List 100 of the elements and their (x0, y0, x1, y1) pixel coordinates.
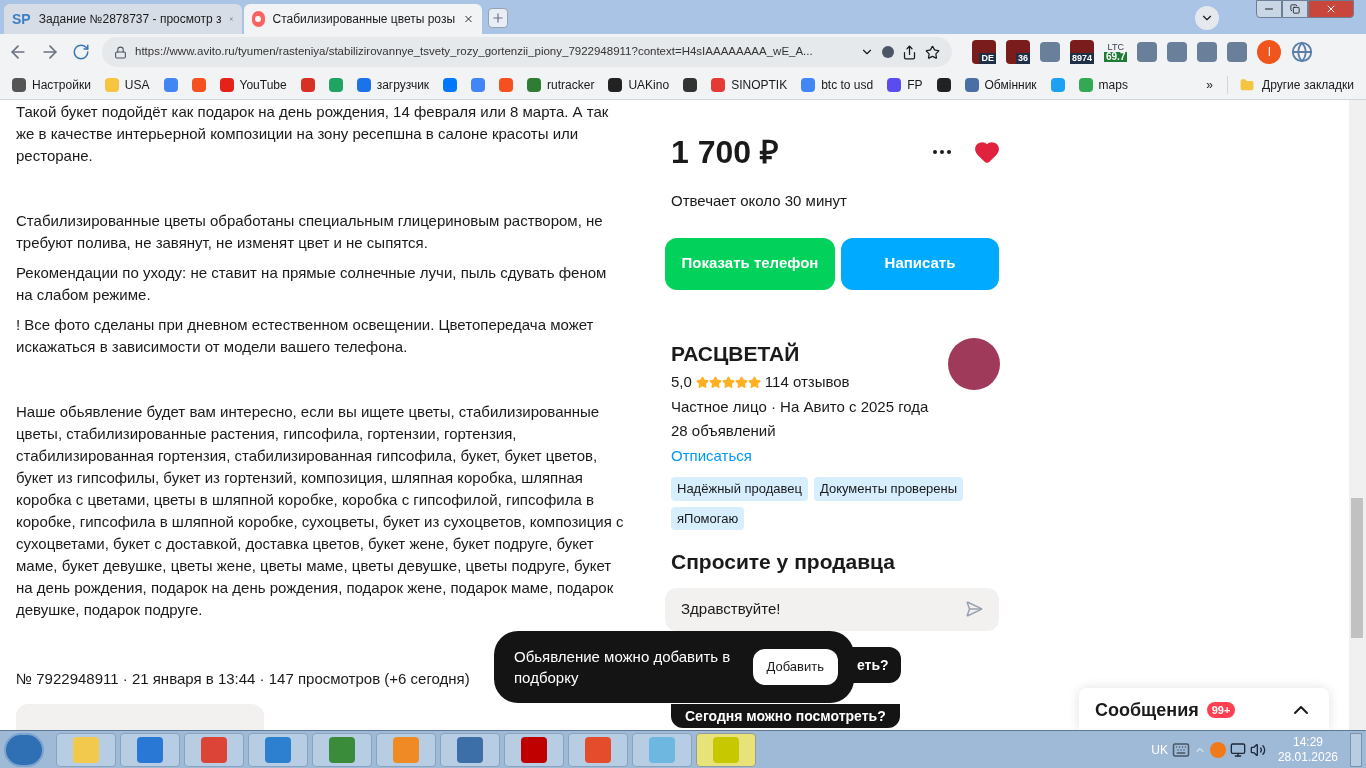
taskbar-app[interactable] (120, 732, 180, 767)
bookmark-folder[interactable]: Другие закладки (1227, 75, 1354, 94)
keyboard-icon[interactable] (1171, 740, 1190, 759)
globe-icon[interactable] (1291, 41, 1314, 63)
extension-icon[interactable]: 8974 (1070, 40, 1094, 64)
bookmark-icon (964, 77, 979, 92)
bookmark-link[interactable]: Обмінник (964, 75, 1037, 94)
lock-icon (114, 45, 127, 59)
bookmark-icon (356, 77, 371, 92)
ticker-label: LTC (1107, 42, 1124, 52)
bookmark-icon (527, 77, 542, 92)
description-paragraph: Стабилизированные цветы обработаны специальным глицериновым раствором, не требуют полива, не завянут, не изменят цвет и не сыпятся. (16, 211, 604, 253)
tab-search-button[interactable] (1195, 6, 1219, 30)
plus-icon (491, 11, 505, 25)
taskbar-app[interactable] (504, 732, 564, 767)
app-icon (713, 736, 739, 763)
more-bookmarks[interactable]: » (1206, 75, 1214, 94)
show-desktop-button[interactable] (1350, 732, 1362, 767)
bookmark-link[interactable]: rutracker (527, 75, 595, 94)
reviews-link[interactable]: 114 отзывов (764, 371, 850, 394)
extension-badge: DE (979, 52, 996, 64)
close-icon (1325, 3, 1337, 15)
description-paragraph: ! Все фото сделаны при дневном естественном освещении. Цветопередача может искажаться в зависимости от модели вашего телефона. (16, 315, 595, 357)
url-text: https://www.avito.ru/tyumen/rasteniya/stabilizirovannye_tsvety_rozy_gortenzii_piony_7922948911?context=H4sIAAAAAAAA_wE_A... (135, 44, 814, 60)
extension-icon[interactable] (1167, 42, 1188, 62)
seller-tag: Документы проверены (814, 477, 964, 501)
ticker-badge[interactable]: 69.7 (1104, 51, 1128, 62)
bookmark-icon (801, 77, 816, 92)
new-tab-button[interactable] (488, 8, 508, 28)
app-icon (521, 736, 547, 763)
price: 1 700 ₽ (671, 133, 780, 172)
extension-icon[interactable] (1197, 42, 1218, 62)
extension-badge: 36 (1016, 52, 1030, 64)
bookmark-link[interactable]: USA (104, 75, 150, 94)
app-icon (201, 736, 227, 763)
bookmark-link[interactable]: maps (1078, 75, 1128, 94)
bookmark-icon (608, 77, 623, 92)
bookmark-link[interactable]: SINOPTIK (711, 75, 788, 94)
bookmark-icon (711, 77, 726, 92)
description-paragraph: Наше обьявление будет вам интересно, если вы ищете цветы, стабилизированные цветы, стабилизированные растения, гипсофила, гортензии, гортензия, стабилизированная гортензия, стабилизированная гипсофила, букет, букет цветов, букет из гипсофилы, букет из гортензий, композиция, шляпная коробка, шляпная коробка с цветами, цветы в шляпной коробке, коробка с гипсофилой, гипсофила в коробке, гипсофила в шляпной коробке, сухоцветы, букет из сухоцветов, композиция с сухоцветами, букет с доставкой, доставка цветов, букет жене, букет подруге, букет маме, букет девушке, цветы жене, цветы маме, цветы девушке, цветы подруге, букет на день рождения, подарок на день рождения, подарок жене, подарок маме, подарок девушке, подарок подруге. (16, 402, 625, 620)
bookmark-icon (12, 77, 26, 92)
description-paragraph: Рекомендации по уходу: не ставит на прямые солнечные лучи, пыль сдувать феном на слабом режиме. (16, 263, 608, 305)
taskbar-app[interactable] (696, 732, 756, 767)
message-input[interactable]: Здравствуйте! (665, 587, 999, 631)
bookmark-icon[interactable] (936, 77, 951, 92)
bookmark-icon (104, 77, 119, 92)
rating-value: 5,0 (671, 372, 692, 392)
bookmark-icon (1078, 77, 1093, 92)
network-icon[interactable] (1229, 741, 1246, 758)
seller-tag: Надёжный продавец (671, 477, 808, 501)
bookmark-link[interactable]: FP (887, 75, 923, 94)
bookmark-link[interactable]: загрузчик (356, 75, 430, 94)
extension-icon[interactable]: DE (972, 40, 996, 64)
bookmark-link[interactable]: YouTube (219, 75, 287, 94)
quick-question-chip[interactable]: Сегодня можно посмотреть? (671, 704, 900, 728)
extension-icon[interactable] (1227, 42, 1248, 62)
share-icon[interactable] (902, 44, 917, 60)
reload-icon[interactable] (72, 43, 90, 61)
bookmark-icon[interactable] (683, 77, 698, 92)
bookmark-link[interactable]: UAKino (608, 75, 670, 94)
photo-placeholder (948, 337, 1000, 390)
volume-icon[interactable] (1249, 741, 1266, 758)
start-button[interactable] (4, 732, 44, 767)
restore-icon (1290, 4, 1300, 14)
bookmark-link[interactable]: Настройки (12, 75, 91, 94)
address-bar[interactable]: https://www.avito.ru/tyumen/rasteniya/stabilizirovannye_tsvety_rozy_gortenzii_piony_7922948911?context=H4sIAAAAAAAA_wE_A... (102, 37, 952, 67)
maximize-button[interactable] (1282, 0, 1308, 18)
taskbar-app[interactable] (56, 732, 116, 767)
taskbar-app[interactable] (440, 732, 500, 767)
favorite-heart-icon[interactable] (974, 139, 1000, 165)
location-icon[interactable] (882, 46, 894, 58)
extension-icon[interactable] (1040, 42, 1060, 62)
messages-badge: 99+ (1206, 701, 1236, 719)
app-icon (649, 736, 675, 763)
extension-icon[interactable]: 36 (1006, 40, 1030, 64)
app-icon (265, 736, 291, 763)
send-icon[interactable] (965, 600, 983, 618)
messages-panel[interactable]: Сообщения 99+ (1079, 688, 1329, 730)
scrollbar[interactable] (1349, 100, 1366, 730)
extension-icon[interactable] (1137, 42, 1158, 62)
tab-title: Задание №2878737 - просмотр з (38, 11, 222, 27)
browser-tab[interactable]: Стабилизированные цветы розы (244, 4, 482, 34)
taskbar-app[interactable] (184, 732, 244, 767)
bookmark-star-icon[interactable] (925, 44, 940, 60)
folder-icon (1240, 77, 1255, 92)
app-icon (393, 736, 419, 763)
tab-favicon-icon (252, 11, 265, 27)
minimize-button[interactable] (1256, 0, 1282, 18)
add-button[interactable]: Добавить (752, 649, 838, 685)
bookmark-link[interactable]: btc to usd (801, 75, 874, 94)
taskbar-app[interactable] (248, 732, 308, 767)
tab-title: Стабилизированные цветы розы (272, 11, 456, 27)
taskbar-app[interactable] (312, 732, 372, 767)
response-time: Отвечает около 30 минут (670, 191, 848, 211)
taskbar-app[interactable] (568, 732, 628, 767)
listings-count[interactable]: 28 объявлений (671, 420, 948, 443)
seller-name[interactable]: РАСЦВЕТАЙ (671, 337, 948, 369)
bookmark-icon (887, 77, 902, 92)
bookmark-icon (219, 77, 234, 92)
browser-tab[interactable]: SP Задание №2878737 - просмотр з (4, 4, 242, 34)
